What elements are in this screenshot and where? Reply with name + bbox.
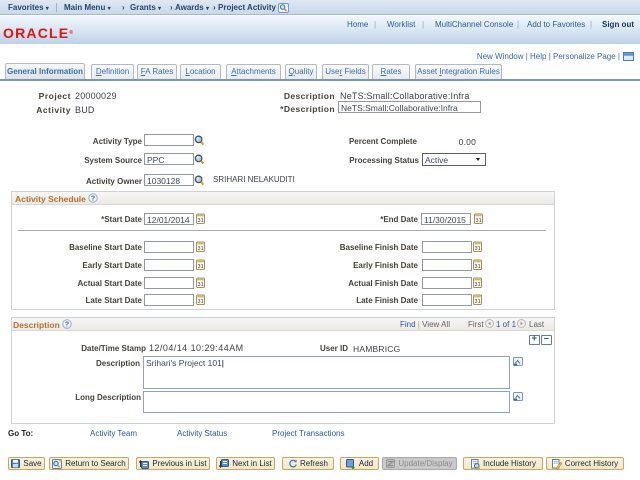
svg-text:31: 31	[198, 246, 204, 252]
svg-text:31: 31	[476, 218, 482, 224]
svg-text:31: 31	[475, 282, 481, 288]
svg-text:31: 31	[198, 264, 204, 270]
svg-text:?: ?	[65, 322, 69, 329]
svg-text:31: 31	[198, 299, 204, 305]
svg-text:31: 31	[475, 264, 481, 270]
svg-text:31: 31	[198, 282, 204, 288]
svg-text:?: ?	[91, 196, 95, 203]
svg-text:31: 31	[475, 299, 481, 305]
svg-text:31: 31	[475, 246, 481, 252]
svg-text:31: 31	[198, 218, 204, 224]
